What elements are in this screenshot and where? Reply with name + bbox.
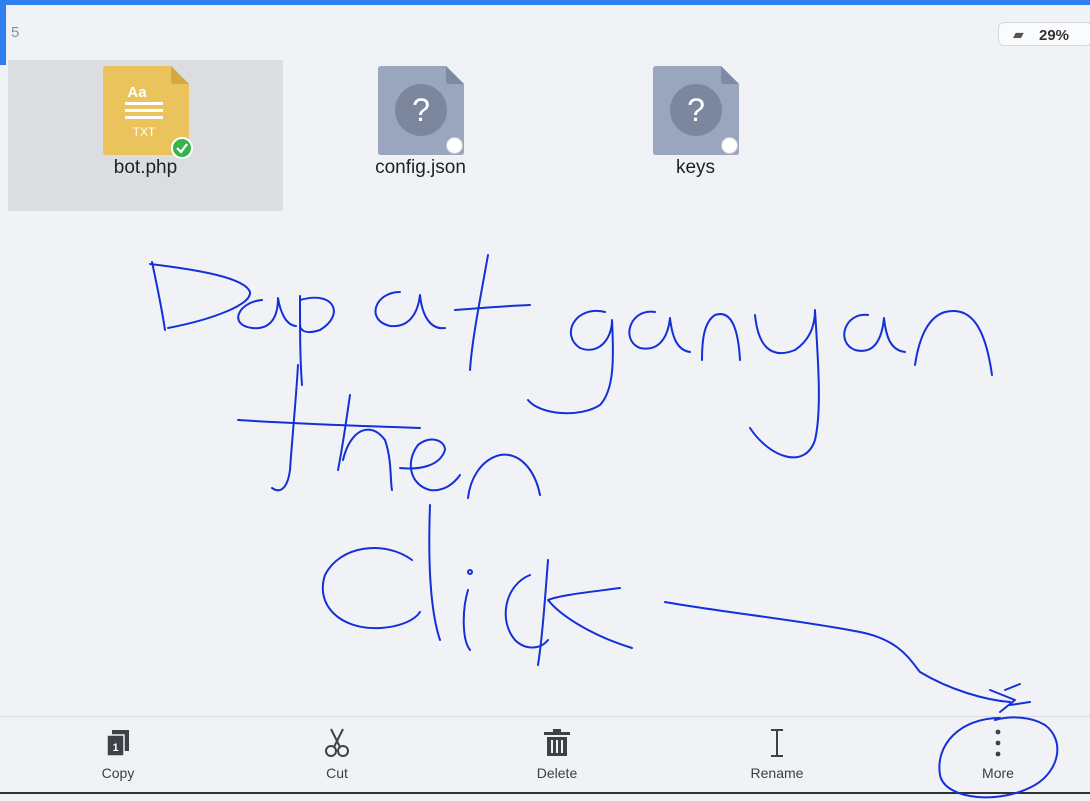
select-circle-icon[interactable] [721, 137, 738, 154]
left-accent-strip [0, 5, 6, 65]
selected-check-icon[interactable] [171, 137, 193, 159]
copy-button[interactable]: 1 Copy [58, 717, 178, 793]
file-item-bot-php[interactable]: Aa TXT bot.php [8, 60, 283, 211]
text-cursor-icon [771, 729, 783, 757]
file-item-keys[interactable]: ? keys [558, 60, 833, 211]
rename-label: Rename [750, 765, 804, 781]
trash-icon [544, 729, 570, 756]
battery-percent: 29% [1039, 27, 1070, 44]
more-label: More [982, 765, 1014, 781]
file-name: keys [675, 157, 716, 178]
question-mark-glyph: ? [687, 92, 705, 128]
scissors-icon [325, 728, 349, 757]
rename-button[interactable]: Rename [717, 717, 837, 793]
copy-count-badge: 1 [112, 742, 118, 754]
icon-label-aa: Aa [127, 84, 147, 101]
file-item-config-json[interactable]: ? config.json [283, 60, 558, 211]
top-accent-bar [0, 0, 1090, 5]
bottom-divider [0, 792, 1090, 794]
question-mark-glyph: ? [412, 92, 430, 128]
copy-icon: 1 [106, 730, 129, 757]
delete-label: Delete [536, 765, 578, 781]
cut-button[interactable]: Cut [277, 717, 397, 793]
battery-icon: ▰ [1013, 26, 1024, 42]
select-circle-icon[interactable] [446, 137, 463, 154]
more-button[interactable]: More [938, 717, 1058, 793]
battery-indicator: ▰ 29% [998, 22, 1090, 46]
file-name: config.json [375, 157, 466, 178]
page-number: 5 [11, 24, 20, 41]
delete-button[interactable]: Delete [497, 717, 617, 793]
copy-label: Copy [101, 765, 135, 781]
bottom-action-toolbar: 1 Copy Cut Delete Rename More [0, 716, 1090, 793]
icon-label-txt: TXT [133, 125, 156, 139]
cut-label: Cut [326, 765, 348, 781]
file-name: bot.php [113, 157, 178, 178]
more-vertical-icon [995, 729, 1001, 757]
